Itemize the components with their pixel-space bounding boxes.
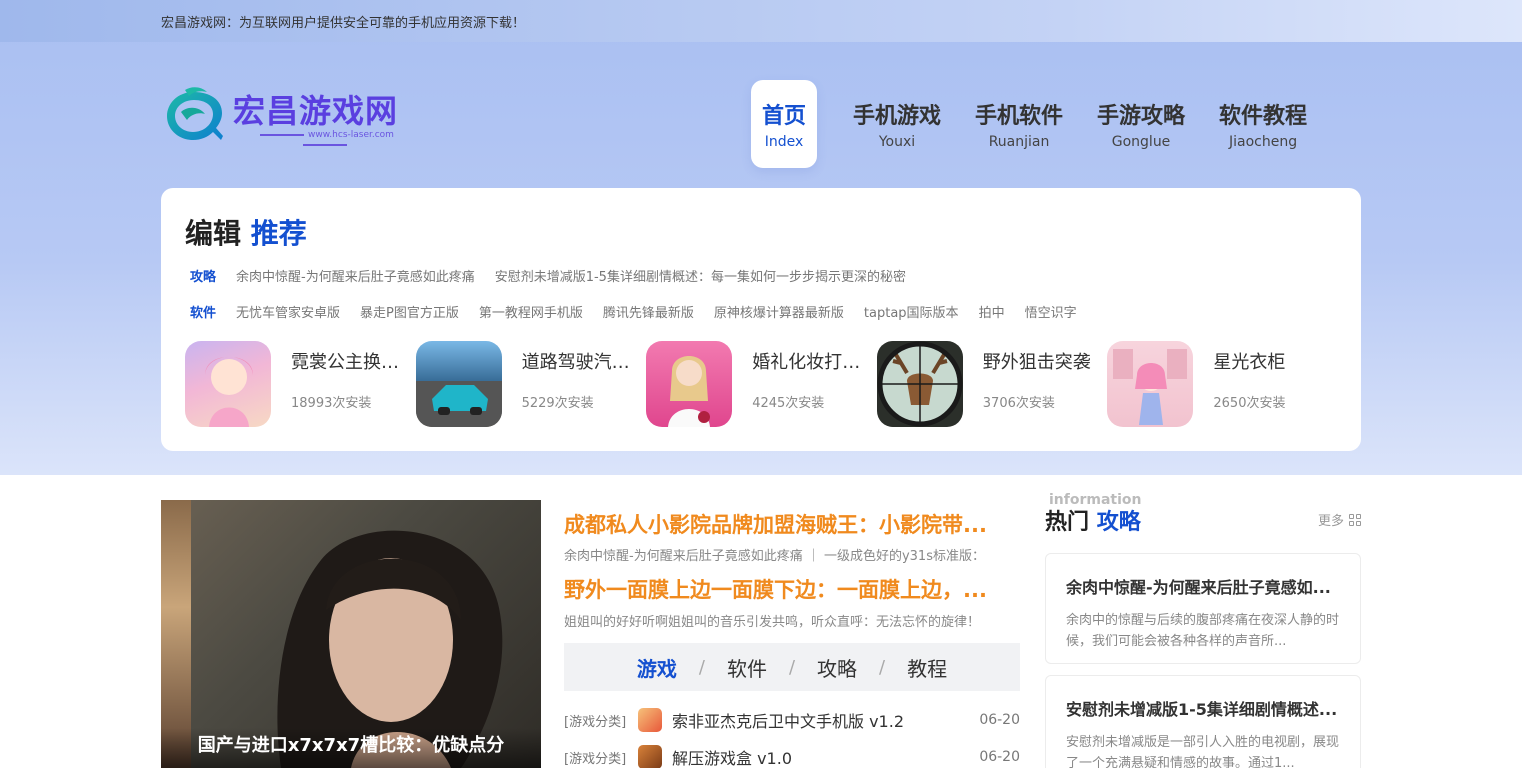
software-link[interactable]: 腾讯先锋最新版 bbox=[603, 302, 694, 321]
tab-separator: / bbox=[788, 656, 796, 678]
list-date: 06-20 bbox=[979, 749, 1020, 765]
title-accent: 推荐 bbox=[250, 217, 307, 250]
nav-label: 手机游戏 bbox=[853, 104, 942, 129]
nav-sublabel: Youxi bbox=[878, 134, 916, 150]
app-installs: 18993次安装 bbox=[291, 396, 372, 411]
hot-guide-card[interactable]: 安慰剂未增减版1-5集详细剧情概述... 安慰剂未增减版是一部引人入胜的电视剧，… bbox=[1045, 675, 1361, 768]
title-accent: 攻略 bbox=[1096, 510, 1141, 535]
headline-summary[interactable]: 姐姐叫的好好听啊姐姐叫的音乐引发共鸣，听众直呼：无法忘怀的旋律！ bbox=[564, 611, 1020, 630]
more-label: 更多 bbox=[1317, 514, 1344, 529]
site-logo[interactable]: 宏昌游戏网 www.hcs-laser.com bbox=[163, 84, 423, 146]
hot-guide-desc: 余肉中的惊醒与后续的腹部疼痛在夜深人静的时候，我们可能会被各种各样的声音所... bbox=[1066, 613, 1340, 649]
app-installs: 3706次安装 bbox=[982, 396, 1055, 411]
software-link[interactable]: 拍中 bbox=[979, 302, 1005, 321]
category-tabs: 游戏 / 软件 / 攻略 / 教程 bbox=[564, 643, 1020, 691]
site-slogan: 宏昌游戏网：为互联网用户提供安全可靠的手机应用资源下载！ bbox=[161, 16, 526, 31]
nav-label: 软件教程 bbox=[1219, 104, 1308, 129]
featured-caption[interactable]: 国产与进口x7x7x7槽比较：优缺点分 bbox=[161, 728, 541, 768]
nav-sublabel: Index bbox=[764, 134, 804, 150]
nav-sublabel: Ruanjian bbox=[988, 134, 1050, 150]
list-item[interactable]: [游戏分类] 解压游戏盒 v1.0 06-20 bbox=[564, 745, 1020, 768]
more-link[interactable]: 更多 bbox=[1318, 510, 1361, 529]
app-card[interactable]: 星光衣柜 2650次安装 bbox=[1107, 341, 1338, 427]
nav-label: 手机软件 bbox=[975, 104, 1064, 129]
list-item[interactable]: [游戏分类] 索非亚杰克后卫中文手机版 v1.2 06-20 bbox=[564, 708, 1020, 732]
headline-summary[interactable]: 余肉中惊醒-为何醒来后肚子竟感如此疼痛 ｜ 一级成色好的y31s标准版： bbox=[564, 545, 1020, 564]
guide-link[interactable]: 余肉中惊醒-为何醒来后肚子竟感如此疼痛 bbox=[236, 266, 475, 285]
hot-guides-header: information 热门 攻略 更多 bbox=[1045, 492, 1361, 536]
nav-item-games[interactable]: 手机游戏 Youxi bbox=[843, 80, 951, 168]
software-link[interactable]: 暴走P图官方正版 bbox=[360, 302, 459, 321]
logo-title: 宏昌游戏网 bbox=[233, 92, 399, 130]
hot-guide-desc: 安慰剂未增减版是一部引人入胜的电视剧，展现了一个充满悬疑和情感的故事。通过1..… bbox=[1066, 735, 1340, 768]
headline-link[interactable]: 野外一面膜上边一面膜下边：一面膜上边，... bbox=[564, 574, 1020, 604]
list-date: 06-20 bbox=[979, 712, 1020, 728]
software-link[interactable]: 无忧车管家安卓版 bbox=[236, 302, 340, 321]
tab-tutorials[interactable]: 教程 bbox=[907, 653, 947, 682]
nav-item-home[interactable]: 首页 Index bbox=[751, 80, 817, 168]
main-nav: 首页 Index 手机游戏 Youxi 手机软件 Ruanjian 手游攻略 G… bbox=[751, 80, 1331, 168]
list-category[interactable]: [游戏分类] bbox=[564, 711, 638, 730]
app-name[interactable]: 野外狙击突袭 bbox=[983, 348, 1107, 374]
nav-sublabel: Gonglue bbox=[1111, 134, 1171, 150]
app-installs: 2650次安装 bbox=[1213, 396, 1286, 411]
recommended-apps: 霓裳公主换装... 18993次安装 道路驾驶汽车... 5229次安装 婚礼化… bbox=[185, 341, 1338, 427]
software-tag-row: 软件 无忧车管家安卓版 暴走P图官方正版 第一教程网手机版 腾讯先锋最新版 原神… bbox=[190, 302, 1097, 321]
nav-item-tutorials[interactable]: 软件教程 Jiaocheng bbox=[1209, 80, 1317, 168]
guide-tag[interactable]: 攻略 bbox=[190, 266, 216, 285]
app-name[interactable]: 道路驾驶汽车... bbox=[522, 348, 646, 374]
app-thumbnail[interactable] bbox=[415, 341, 502, 427]
nav-label: 首页 bbox=[761, 104, 806, 129]
tab-guides[interactable]: 攻略 bbox=[817, 653, 857, 682]
editor-recommend-card: 编辑 推荐 攻略 余肉中惊醒-为何醒来后肚子竟感如此疼痛 安慰剂未增减版1-5集… bbox=[161, 188, 1361, 451]
list-title[interactable]: 解压游戏盒 v1.0 bbox=[672, 745, 976, 768]
nav-item-software[interactable]: 手机软件 Ruanjian bbox=[965, 80, 1073, 168]
grid-icon bbox=[1349, 513, 1361, 526]
software-tag[interactable]: 软件 bbox=[190, 302, 216, 321]
software-link[interactable]: 原神核爆计算器最新版 bbox=[714, 302, 844, 321]
software-link[interactable]: 第一教程网手机版 bbox=[479, 302, 583, 321]
app-card[interactable]: 野外狙击突袭 3706次安装 bbox=[876, 341, 1108, 427]
guide-tag-row: 攻略 余肉中惊醒-为何醒来后肚子竟感如此疼痛 安慰剂未增减版1-5集详细剧情概述… bbox=[190, 266, 926, 285]
list-category[interactable]: [游戏分类] bbox=[564, 748, 638, 767]
game-icon bbox=[638, 708, 662, 732]
tab-separator: / bbox=[698, 656, 705, 678]
tab-separator: / bbox=[879, 656, 886, 678]
app-name[interactable]: 星光衣柜 bbox=[1213, 348, 1337, 374]
app-card[interactable]: 道路驾驶汽车... 5229次安装 bbox=[415, 341, 647, 427]
title-part: 编辑 bbox=[185, 217, 242, 250]
editor-recommend-title: 编辑 推荐 bbox=[185, 212, 307, 252]
title-part: 热门 bbox=[1045, 510, 1090, 535]
app-thumbnail[interactable] bbox=[185, 341, 271, 427]
top-bar: 宏昌游戏网：为互联网用户提供安全可靠的手机应用资源下载！ bbox=[0, 0, 1522, 42]
software-link[interactable]: taptap国际版本 bbox=[864, 302, 959, 321]
nav-item-guides[interactable]: 手游攻略 Gonglue bbox=[1087, 80, 1195, 168]
nav-label: 手游攻略 bbox=[1097, 104, 1186, 129]
featured-article-image[interactable]: 国产与进口x7x7x7槽比较：优缺点分 bbox=[161, 500, 541, 768]
tab-games[interactable]: 游戏 bbox=[637, 653, 677, 682]
list-title[interactable]: 索非亚杰克后卫中文手机版 v1.2 bbox=[672, 708, 976, 732]
app-thumbnail[interactable] bbox=[646, 341, 733, 427]
logo-url: www.hcs-laser.com bbox=[233, 130, 417, 150]
app-installs: 4245次安装 bbox=[752, 396, 825, 411]
guide-link[interactable]: 安慰剂未增减版1-5集详细剧情概述：每一集如何一步步揭示更深的秘密 bbox=[495, 266, 906, 285]
hot-guides-title: 热门 攻略 bbox=[1045, 504, 1141, 536]
hot-guide-title[interactable]: 余肉中惊醒-为何醒来后肚子竟感如... bbox=[1066, 574, 1340, 598]
app-card[interactable]: 婚礼化妆打扮... 4245次安装 bbox=[646, 341, 877, 427]
app-thumbnail[interactable] bbox=[876, 341, 963, 427]
headline-link[interactable]: 成都私人小影院品牌加盟海贼王：小影院带... bbox=[564, 509, 1020, 539]
game-icon bbox=[638, 745, 662, 768]
dragon-logo-icon bbox=[167, 87, 223, 140]
app-name[interactable]: 霓裳公主换装... bbox=[291, 348, 415, 374]
hot-guide-title[interactable]: 安慰剂未增减版1-5集详细剧情概述... bbox=[1066, 696, 1340, 720]
hot-guide-card[interactable]: 余肉中惊醒-为何醒来后肚子竟感如... 余肉中的惊醒与后续的腹部疼痛在夜深人静的… bbox=[1045, 553, 1361, 664]
app-installs: 5229次安装 bbox=[521, 396, 594, 411]
app-card[interactable]: 霓裳公主换装... 18993次安装 bbox=[185, 341, 416, 427]
app-thumbnail[interactable] bbox=[1107, 341, 1194, 427]
nav-sublabel: Jiaocheng bbox=[1229, 134, 1298, 150]
app-name[interactable]: 婚礼化妆打扮... bbox=[752, 348, 876, 374]
tab-software[interactable]: 软件 bbox=[727, 653, 767, 682]
software-link[interactable]: 悟空识字 bbox=[1025, 302, 1077, 321]
